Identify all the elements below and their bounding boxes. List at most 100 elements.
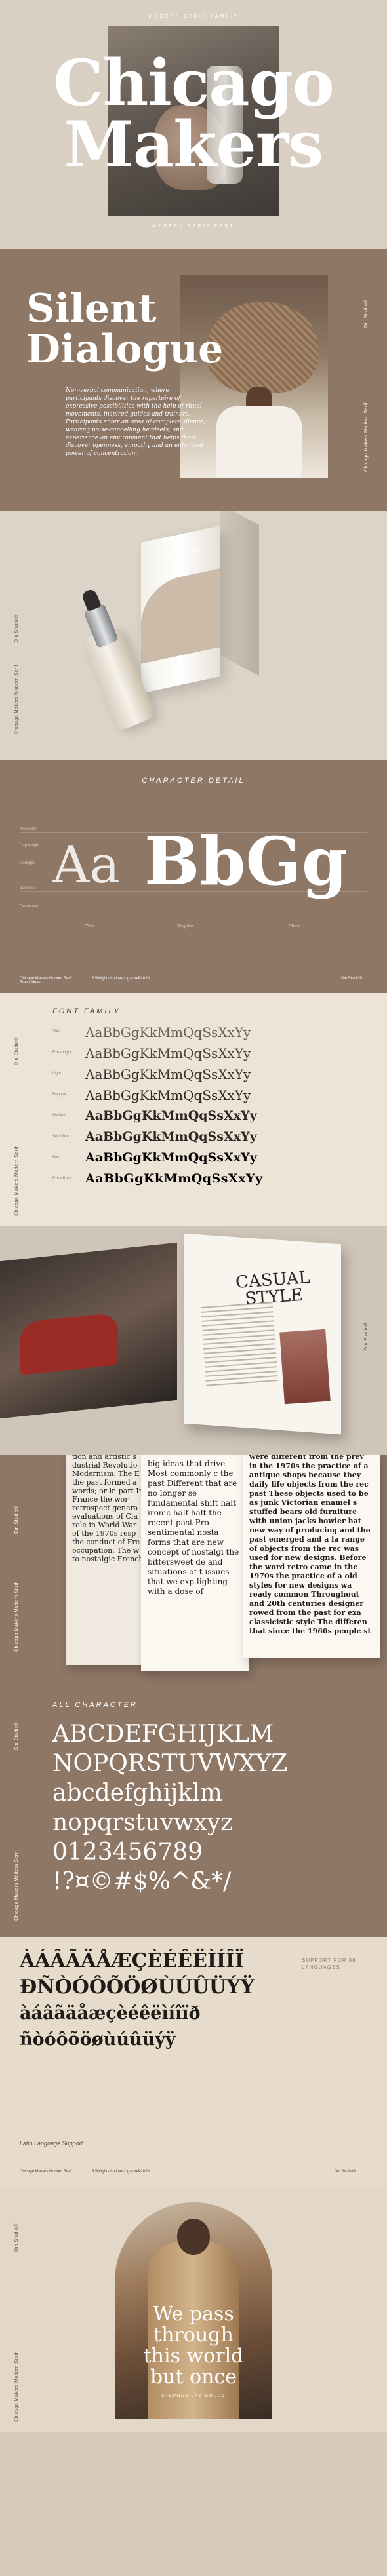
weight-row: Regular AaBbGgKkMmQqSsXxYy [0,1087,387,1104]
sample-bold: BbGg [144,823,348,900]
product-side-b: Din Studio® [14,614,19,642]
product-side-a: Chicago Makers Modern Serif [14,664,19,734]
weight-sample: AaBbGgKkMmQqSsXxYy [85,1087,251,1103]
quote-line: but once [150,2366,237,2389]
font-family-heading: FONT FAMILY [52,1007,121,1015]
glyph-line: nopqrstuvwxyz [52,1809,234,1836]
weight-label: Regular [177,924,194,929]
languages-section: ÀÁÂÃÄÅÆÇÈÉÊËÌÍÎÏ ÐÑÒÓÔÕÖØÙÚÛÜÝŸ àáâãäåæç… [0,1937,387,2186]
side-info: Chicago Makers Modern Serif [14,1850,19,1921]
weight-sample: AaBbGgKkMmQqSsXxYy [85,1045,251,1061]
side-info: Chicago Makers Modern Serif [14,2352,19,2422]
glyph-line: 0123456789 [52,1839,203,1865]
papers-section: tion and artistic s dustrial Revolutio M… [0,1455,387,1685]
quote-line: We pass [153,2303,234,2326]
dialogue-title: Silent Dialogue [26,288,223,370]
glyph-line: NOPQRSTUVWXYZ [52,1750,288,1777]
footer-text: 8 Weights Latinas Ligatures [92,977,140,981]
weight-name: Extra Light [52,1051,71,1055]
character-detail-heading: CHARACTER DETAIL [142,777,245,785]
glyph-line: !?¤©#$%^&*/ [52,1868,232,1895]
all-character-section: ALL CHARACTER ABCDEFGHIJKLM NOPQRSTUVWXY… [0,1685,387,1937]
side-brand: Din Studio® [14,1506,19,1534]
quote-line: this world [143,2345,244,2368]
side-brand: Din Studio® [14,1722,19,1750]
weight-row: Light AaBbGgKkMmQqSsXxYy [0,1066,387,1083]
dialogue-section: Silent Dialogue Non-verbal communication… [0,249,387,511]
accent-line: àáâãäåæçèéêëìíîïð [20,2003,201,2023]
magazine-text-lines [200,1302,279,1389]
weight-name: Semi Bold [52,1135,71,1139]
weight-name: Thin [52,1030,60,1034]
weight-row: Semi Bold AaBbGgKkMmQqSsXxYy [0,1129,387,1146]
latin-support-label: Latin Language Support [20,2140,83,2147]
quote-section: We pass through this world but once STEP… [0,2186,387,2432]
accent-line: ÐÑÒÓÔÕÖØÙÚÛÜÝŸ [20,1976,255,1999]
weight-name: Regular [52,1093,67,1097]
side-brand: Din Studio® [14,2223,19,2252]
all-character-heading: ALL CHARACTER [52,1701,138,1709]
magazine-photo [279,1329,331,1405]
shirt-image [216,406,302,478]
hero-title: Chicago Makers [0,52,387,176]
glyph-line: abcdefghijklm [52,1780,222,1806]
weight-sample: AaBbGgKkMmQqSsXxYy [85,1129,257,1144]
weight-label: Black [289,924,300,929]
weight-row: Thin AaBbGgKkMmQqSsXxYy [0,1025,387,1042]
head-image [177,2219,210,2255]
footer-text: Chicago Makers Modern Serif [20,2170,72,2174]
weight-sample: AaBbGgKkMmQqSsXxYy [85,1025,251,1040]
paper-column-1: tion and artistic s dustrial Revolutio M… [66,1455,151,1665]
footer-text: 8 Weights Latinas Ligatures [92,2170,140,2174]
side-brand: Din Studio® [14,1037,19,1065]
hero-title-line2: Makers [64,107,324,182]
footer-text: Din Studio® [341,977,363,981]
weight-row: Medium AaBbGgKkMmQqSsXxYy [0,1108,387,1125]
weight-name: Light [52,1072,62,1076]
weight-name: Medium [52,1114,67,1118]
quote-text: We pass through this world but once [115,2304,272,2388]
footer-text: ©2020 [138,2170,150,2174]
paper-column-2: big ideas that drive Most commonly c the… [141,1455,249,1671]
hero-eyebrow: MODERN SERIF FAMILY [148,14,239,19]
hero-title-line1: Chicago [53,46,334,120]
magazine-title: CASUAL STYLE [235,1268,312,1309]
weight-row: Extra Bold AaBbGgKkMmQqSsXxYy [0,1171,387,1188]
side-info: Chicago Makers Modern Serif [364,402,369,472]
box-side [220,511,259,676]
weight-row: Bold AaBbGgKkMmQqSsXxYy [0,1150,387,1167]
accent-line: ñòóôõöøùúûüýÿ [20,2029,176,2050]
footer-text: Din Studio® [335,2170,356,2174]
weight-name: Extra Bold [52,1177,71,1181]
quote-line: through [153,2324,234,2347]
font-family-section: FONT FAMILY Thin AaBbGgKkMmQqSsXxYy Extra… [0,993,387,1226]
weight-name: Bold [52,1156,61,1160]
side-brand: Din Studio® [364,1322,369,1350]
guide-label: Cap Height [20,844,40,848]
weight-row: Extra Light AaBbGgKkMmQqSsXxYy [0,1045,387,1063]
footer-text: ©2020 [138,977,150,981]
weight-sample: AaBbGgKkMmQqSsXxYy [85,1171,263,1186]
dialogue-title-line1: Silent [26,286,157,332]
weight-sample: AaBbGgKkMmQqSsXxYy [85,1108,257,1123]
sample-light: Aa [52,836,120,895]
character-detail-section: CHARACTER DETAIL Ascender Cap Height x-H… [0,760,387,993]
guide-label: Ascender [20,827,37,831]
footer-text: Chicago Makers Modern Serif Fresh Ideas [20,977,72,985]
quote-credit: STEPHEN JAY GOULD [161,2394,226,2398]
paper-column-3: were different from the prev in the 1970… [243,1455,380,1658]
accent-line: ÀÁÂÃÄÅÆÇÈÉÊËÌÍÎÏ [20,1949,245,1972]
basket-image [207,302,318,393]
weight-sample: AaBbGgKkMmQqSsXxYy [85,1066,251,1082]
dialogue-body: Non-verbal communication, where particip… [66,387,206,457]
side-info: Chicago Makers Modern Serif [14,1146,19,1216]
hero-subtitle: MODERN SERIF FONT [152,224,235,229]
hero-section: MODERN SERIF FAMILY Chicago Makers MODER… [0,0,387,249]
glyph-line: ABCDEFGHIJKLM [52,1721,274,1747]
weight-sample: AaBbGgKkMmQqSsXxYy [85,1150,257,1165]
guide-label: x-Height [20,861,35,865]
guide-label: Descender [20,905,39,908]
magazine-section: CASUAL STYLE Din Studio® [0,1226,387,1455]
guide-label: Baseline [20,886,35,890]
product-section: Harmony Chicago Makers Modern Serif Din … [0,511,387,760]
